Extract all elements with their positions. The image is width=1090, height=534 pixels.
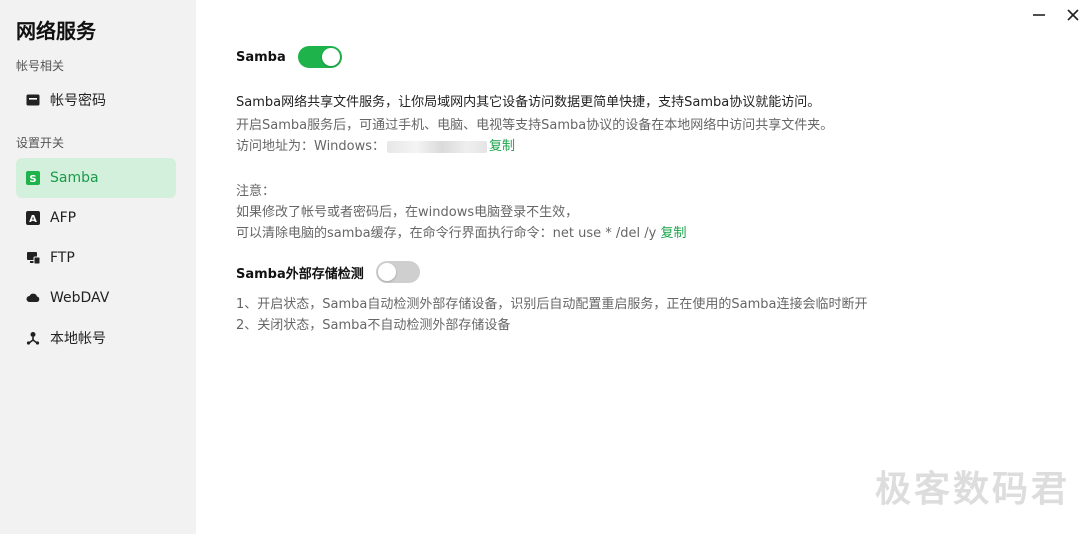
afp-a-icon: A	[26, 211, 40, 225]
samba-s-icon: S	[26, 171, 40, 185]
note-title: 注意：	[236, 184, 276, 199]
sidebar-item-account-password[interactable]: 帐号密码	[16, 80, 176, 120]
access-address-line: 访问地址为：Windows： 复制	[236, 135, 515, 154]
sidebar-item-local-account[interactable]: 本地帐号	[16, 318, 176, 358]
watermark-text: 极客数码君	[874, 469, 1070, 510]
sidebar-item-label: AFP	[50, 210, 77, 226]
sidebar-item-label: 本地帐号	[50, 331, 106, 347]
sidebar-item-ftp[interactable]: FTP	[16, 238, 176, 278]
external-info-line-2: 2、关闭状态，Samba不自动检测外部存储设备	[236, 318, 511, 333]
sidebar-item-label: FTP	[50, 250, 75, 266]
toggle-knob	[321, 48, 340, 66]
samba-label: Samba	[236, 49, 286, 65]
sidebar-item-samba[interactable]: S Samba	[16, 158, 176, 198]
access-address-prefix: 访问地址为：Windows：	[236, 139, 386, 154]
section-label-account: 帐号相关	[16, 59, 65, 73]
external-storage-row: Samba外部存储检测	[236, 261, 420, 283]
copy-address-link[interactable]: 复制	[489, 139, 515, 154]
note-line-2: 可以清除电脑的samba缓存，在命令行界面执行命令：net use * /del…	[236, 222, 686, 241]
samba-setting-row: Samba	[236, 46, 342, 68]
id-card-icon	[26, 93, 40, 107]
sidebar-item-afp[interactable]: A AFP	[16, 198, 176, 238]
toggle-knob	[377, 263, 396, 281]
samba-info: 开启Samba服务后，可通过手机、电脑、电视等支持Samba协议的设备在本地网络…	[236, 118, 834, 133]
ftp-computer-icon	[26, 251, 40, 265]
note-line-1: 如果修改了帐号或者密码后，在windows电脑登录不生效，	[236, 205, 579, 220]
cloud-icon	[26, 291, 40, 305]
external-storage-toggle[interactable]	[375, 261, 420, 283]
network-user-icon	[26, 331, 40, 345]
external-storage-label: Samba外部存储检测	[236, 266, 364, 282]
samba-description: Samba网络共享文件服务，让你局域网内其它设备访问数据更简单快捷，支持Samb…	[236, 95, 821, 110]
sidebar-item-label: Samba	[50, 170, 99, 186]
svg-text:S: S	[29, 174, 36, 185]
main-panel: Samba Samba网络共享文件服务，让你局域网内其它设备访问数据更简单快捷，…	[236, 0, 1090, 534]
app-title: 网络服务	[16, 19, 96, 43]
sidebar: 网络服务 帐号相关 帐号密码 设置开关 S Samba A AFP FTP We…	[0, 0, 196, 534]
note-line-2-text: 可以清除电脑的samba缓存，在命令行界面执行命令：net use * /del…	[236, 226, 657, 241]
copy-command-link[interactable]: 复制	[660, 226, 686, 241]
external-info-line-1: 1、开启状态，Samba自动检测外部存储设备，识别后自动配置重启服务，正在使用的…	[236, 297, 868, 312]
svg-text:A: A	[29, 214, 37, 225]
samba-toggle[interactable]	[297, 46, 342, 68]
section-label-settings: 设置开关	[16, 136, 65, 150]
sidebar-item-label: 帐号密码	[50, 93, 106, 109]
sidebar-item-label: WebDAV	[50, 290, 110, 306]
blurred-address	[387, 140, 488, 153]
sidebar-item-webdav[interactable]: WebDAV	[16, 278, 176, 318]
